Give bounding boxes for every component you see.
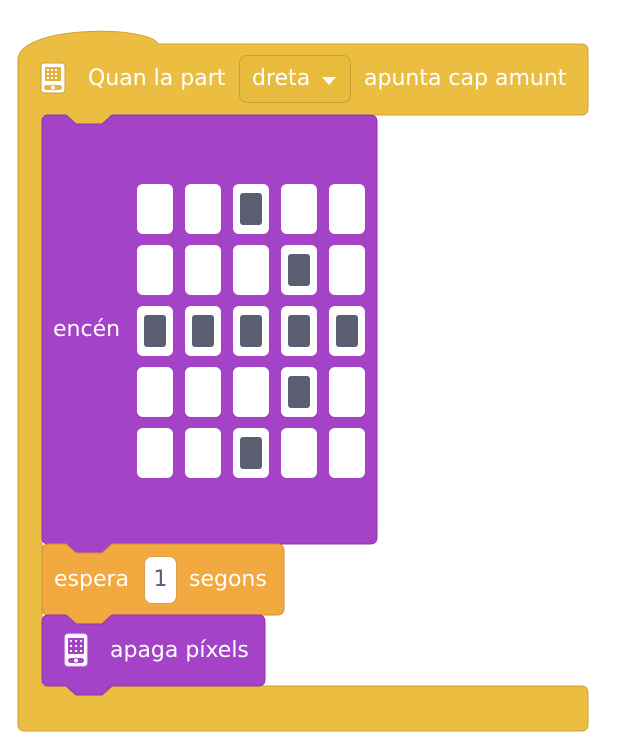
led-cell-r3-c2[interactable] xyxy=(185,306,221,356)
led-cell-r4-c3[interactable] xyxy=(233,367,269,417)
led-cell-r4-c2[interactable] xyxy=(185,367,221,417)
led-cell-r1-c2[interactable] xyxy=(185,184,221,234)
led-cell-r5-c4[interactable] xyxy=(281,428,317,478)
hat-label-before: Quan la part xyxy=(88,66,226,91)
microbit-device-icon xyxy=(40,62,66,94)
led-cell-r2-c4[interactable] xyxy=(281,245,317,295)
hat-label-after: apunta cap amunt xyxy=(364,66,567,91)
clear-pixels-label: apaga píxels xyxy=(110,638,249,663)
wait-label-before: espera xyxy=(54,567,130,592)
led-cell-r2-c2[interactable] xyxy=(185,245,221,295)
led-cell-r3-c1[interactable] xyxy=(137,306,173,356)
microbit-device-icon xyxy=(64,633,88,667)
side-dropdown[interactable]: dreta xyxy=(239,55,351,103)
led-cell-r1-c4[interactable] xyxy=(281,184,317,234)
chevron-down-icon xyxy=(322,77,336,85)
led-cell-r1-c1[interactable] xyxy=(137,184,173,234)
led-cell-r4-c1[interactable] xyxy=(137,367,173,417)
led-cell-r5-c2[interactable] xyxy=(185,428,221,478)
led-cell-r3-c4[interactable] xyxy=(281,306,317,356)
led-cell-r4-c4[interactable] xyxy=(281,367,317,417)
show-leds-label: encén xyxy=(53,317,121,342)
led-cell-r4-c5[interactable] xyxy=(329,367,365,417)
led-cell-r5-c3[interactable] xyxy=(233,428,269,478)
led-cell-r1-c3[interactable] xyxy=(233,184,269,234)
side-dropdown-value: dreta xyxy=(252,66,311,91)
led-cell-r3-c5[interactable] xyxy=(329,306,365,356)
led-matrix xyxy=(132,179,372,481)
led-cell-r1-c5[interactable] xyxy=(329,184,365,234)
seconds-input[interactable]: 1 xyxy=(144,556,177,604)
led-cell-r5-c1[interactable] xyxy=(137,428,173,478)
wait-label-after: segons xyxy=(189,567,267,592)
led-cell-r2-c3[interactable] xyxy=(233,245,269,295)
led-cell-r5-c5[interactable] xyxy=(329,428,365,478)
led-cell-r3-c3[interactable] xyxy=(233,306,269,356)
led-cell-r2-c1[interactable] xyxy=(137,245,173,295)
led-cell-r2-c5[interactable] xyxy=(329,245,365,295)
